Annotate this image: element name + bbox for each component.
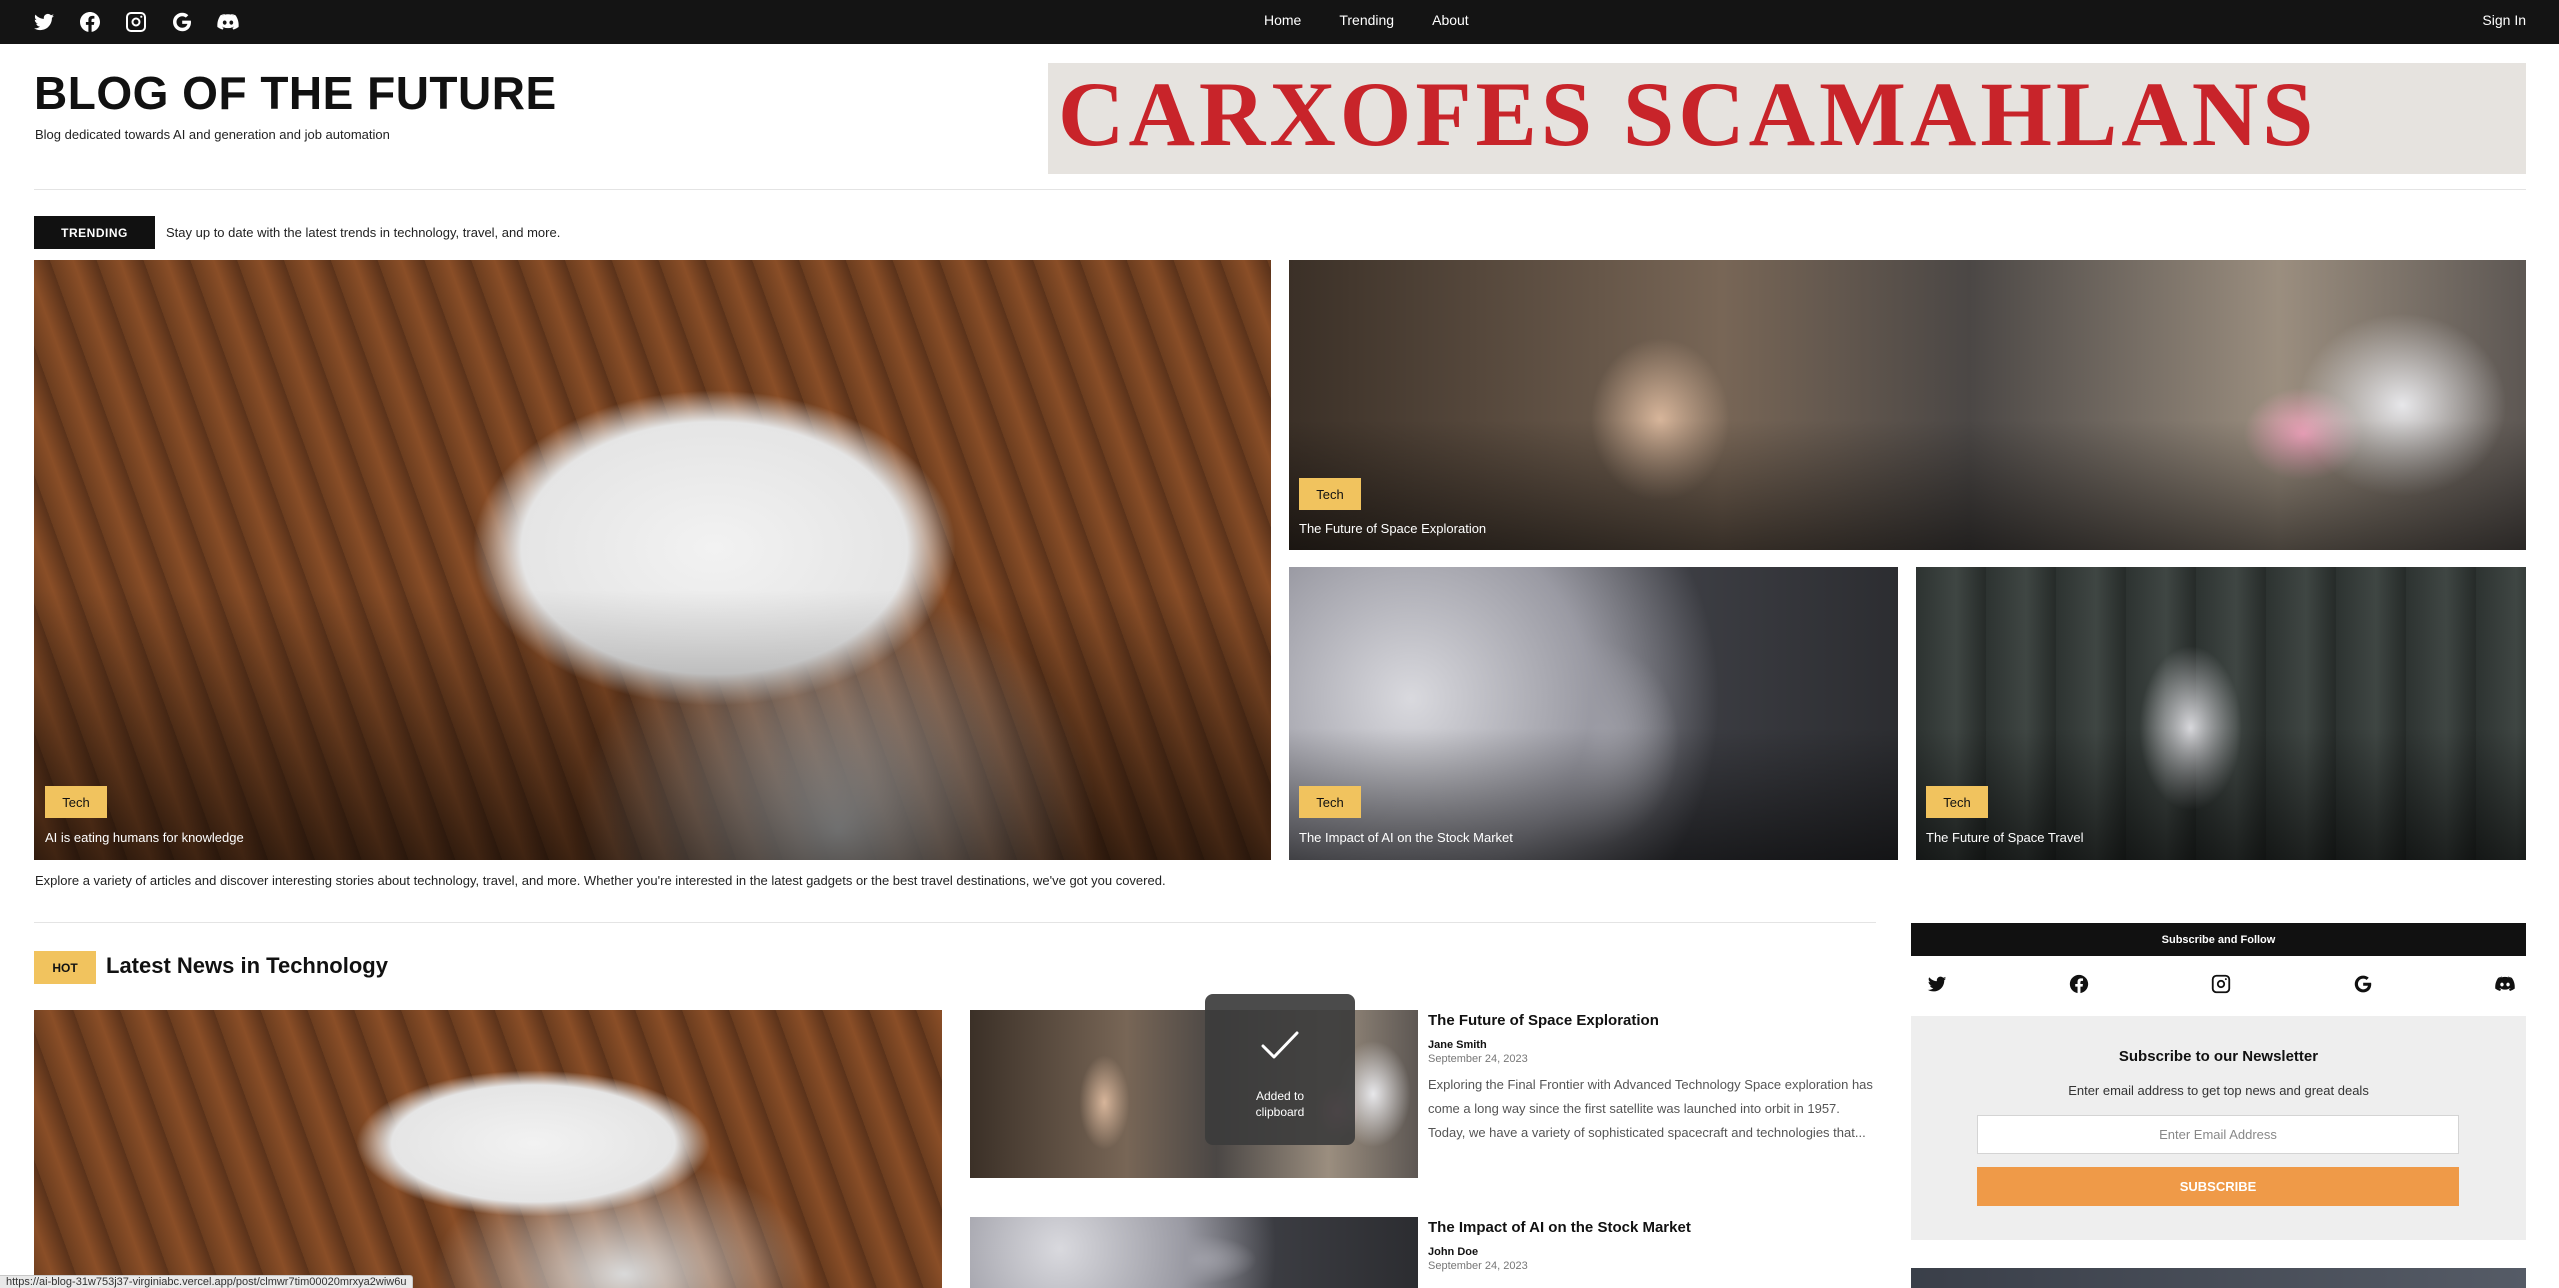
banner-sign-text: CARXOFES SCAMAHLANS	[1058, 63, 2318, 165]
post-author: John Doe	[1428, 1246, 1479, 1258]
toast-line-2: clipboard	[1255, 1105, 1305, 1119]
facebook-icon[interactable]	[2068, 973, 2090, 1000]
post-thumbnail[interactable]	[970, 1217, 1418, 1288]
category-tag[interactable]: Tech	[1926, 786, 1988, 818]
featured-card-bottom-middle[interactable]: Tech The Impact of AI on the Stock Marke…	[1289, 567, 1898, 860]
image-shade	[34, 590, 1271, 860]
subscribe-button[interactable]: SUBSCRIBE	[1977, 1167, 2459, 1206]
newsletter-box: Subscribe to our Newsletter Enter email …	[1911, 1016, 2526, 1240]
toast-message: Added to clipboard	[1205, 1088, 1355, 1120]
post-author: Jane Smith	[1428, 1039, 1487, 1051]
featured-card-top-right[interactable]: Tech The Future of Space Exploration	[1289, 260, 2526, 550]
trending-badge: TRENDING	[34, 216, 155, 249]
intro-text: Explore a variety of articles and discov…	[35, 873, 1166, 888]
discord-icon[interactable]	[2494, 973, 2516, 1000]
google-icon[interactable]	[170, 10, 194, 34]
card-title[interactable]: AI is eating humans for knowledge	[45, 830, 244, 845]
sidebar-social-links	[1926, 973, 2516, 1000]
discord-icon[interactable]	[216, 10, 240, 34]
card-title[interactable]: The Future of Space Exploration	[1299, 521, 1486, 536]
sidebar-header: Subscribe and Follow	[1911, 923, 2526, 956]
instagram-icon[interactable]	[124, 10, 148, 34]
twitter-icon[interactable]	[1926, 973, 1948, 1000]
post-date: September 24, 2023	[1428, 1053, 1528, 1065]
clipboard-toast: Added to clipboard	[1205, 994, 1355, 1145]
latest-news-main-image[interactable]	[34, 1010, 942, 1288]
sidebar-image[interactable]	[1911, 1268, 2526, 1288]
link-status-bar: https://ai-blog-31w753j37-virginiabc.ver…	[0, 1275, 414, 1288]
card-title[interactable]: The Future of Space Travel	[1926, 830, 2084, 845]
hot-badge: HOT	[34, 951, 96, 984]
main-nav: Home Trending About	[1264, 12, 1469, 28]
post-title[interactable]: The Impact of AI on the Stock Market	[1428, 1219, 1691, 1236]
sign-in-link[interactable]: Sign In	[2482, 12, 2526, 28]
card-title[interactable]: The Impact of AI on the Stock Market	[1299, 830, 1513, 845]
facebook-icon[interactable]	[78, 10, 102, 34]
checkmark-icon	[1261, 1031, 1299, 1059]
header-banner-image[interactable]: CARXOFES SCAMAHLANS	[1048, 63, 2526, 174]
post-excerpt: Exploring the Final Frontier with Advanc…	[1428, 1077, 1873, 1140]
toast-line-1: Added to	[1255, 1089, 1305, 1103]
site-title[interactable]: BLOG OF THE FUTURE	[34, 66, 557, 120]
post-date: September 24, 2023	[1428, 1260, 1528, 1272]
post-title[interactable]: The Future of Space Exploration	[1428, 1012, 1659, 1029]
trending-text: Stay up to date with the latest trends i…	[166, 225, 561, 240]
featured-card-main[interactable]: Tech AI is eating humans for knowledge	[34, 260, 1271, 860]
section-title: Latest News in Technology	[106, 953, 388, 978]
nav-about-link[interactable]: About	[1432, 12, 1469, 28]
featured-card-bottom-right[interactable]: Tech The Future of Space Travel	[1916, 567, 2526, 860]
google-icon[interactable]	[2352, 973, 2374, 1000]
top-nav-bar: Home Trending About Sign In	[0, 0, 2559, 44]
category-tag[interactable]: Tech	[1299, 478, 1361, 510]
newsletter-title: Subscribe to our Newsletter	[2118, 1048, 2319, 1065]
category-tag[interactable]: Tech	[45, 786, 107, 818]
divider	[34, 189, 2526, 190]
site-subtitle: Blog dedicated towards AI and generation…	[35, 127, 390, 142]
email-input[interactable]	[1977, 1115, 2459, 1154]
category-tag[interactable]: Tech	[1299, 786, 1361, 818]
instagram-icon[interactable]	[2210, 973, 2232, 1000]
twitter-icon[interactable]	[32, 10, 56, 34]
nav-home-link[interactable]: Home	[1264, 12, 1301, 28]
social-links	[32, 10, 240, 34]
nav-trending-link[interactable]: Trending	[1339, 12, 1394, 28]
newsletter-subtitle: Enter email address to get top news and …	[2068, 1083, 2369, 1098]
divider	[34, 922, 1876, 923]
